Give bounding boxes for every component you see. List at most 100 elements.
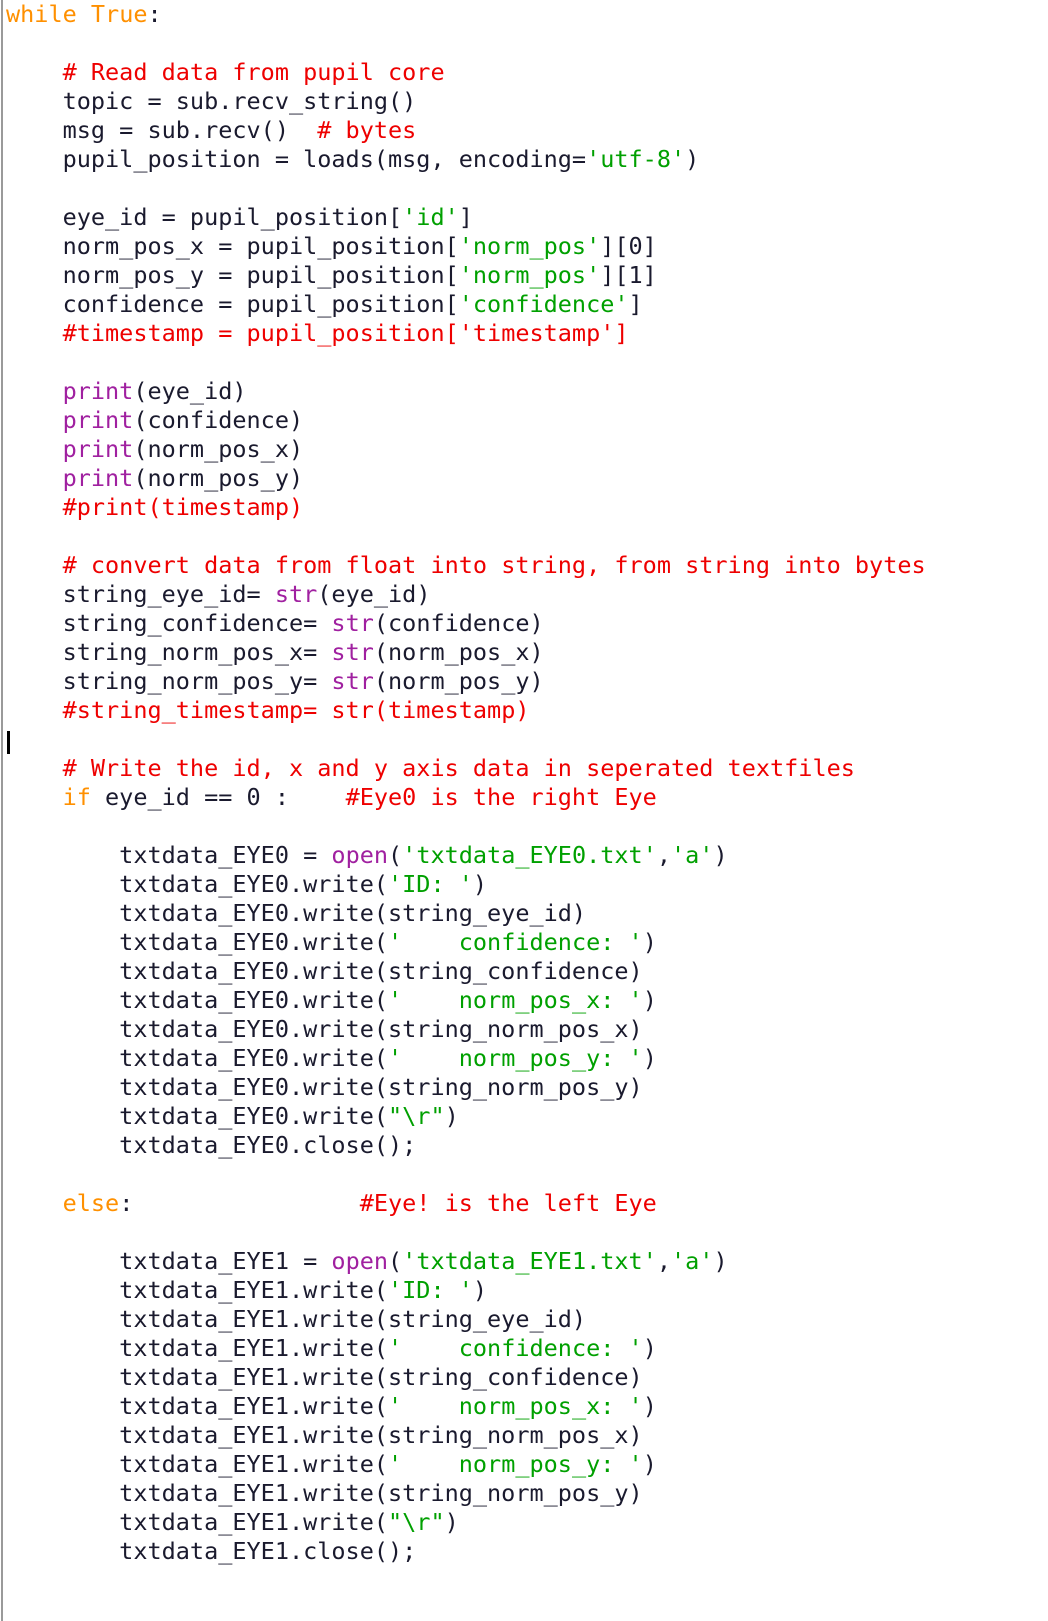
code-line[interactable]: txtdata_EYE1.write('ID: ') bbox=[0, 1276, 1048, 1305]
code-line[interactable]: #timestamp = pupil_position['timestamp'] bbox=[0, 319, 1048, 348]
code-token-builtin: print bbox=[62, 435, 134, 463]
code-token-kw: while bbox=[6, 0, 77, 28]
code-token-str: "\r" bbox=[388, 1508, 445, 1536]
code-token-plain: , bbox=[656, 1247, 671, 1275]
code-line[interactable]: txtdata_EYE1.write(string_norm_pos_x) bbox=[0, 1421, 1048, 1450]
code-line[interactable]: txtdata_EYE1.close(); bbox=[0, 1537, 1048, 1566]
code-line[interactable]: norm_pos_x = pupil_position['norm_pos'][… bbox=[0, 232, 1048, 261]
code-token-plain: eye_id = pupil_position[ bbox=[6, 203, 403, 231]
code-token-plain: txtdata_EYE0.write(string_confidence) bbox=[6, 957, 643, 985]
code-line[interactable]: txtdata_EYE0.close(); bbox=[0, 1131, 1048, 1160]
code-token-kw: else bbox=[62, 1189, 120, 1217]
code-line[interactable]: txtdata_EYE0 = open('txtdata_EYE0.txt','… bbox=[0, 841, 1048, 870]
code-token-plain: , bbox=[656, 841, 671, 869]
code-line[interactable]: while True: bbox=[0, 0, 1048, 29]
code-line[interactable]: txtdata_EYE1.write(string_eye_id) bbox=[0, 1305, 1048, 1334]
code-line[interactable]: txtdata_EYE0.write(string_norm_pos_y) bbox=[0, 1073, 1048, 1102]
code-line[interactable]: txtdata_EYE1.write(string_confidence) bbox=[0, 1363, 1048, 1392]
code-token-plain: (norm_pos_y) bbox=[373, 667, 544, 695]
code-token-plain: txtdata_EYE1 = bbox=[6, 1247, 332, 1275]
code-line[interactable]: txtdata_EYE1.write(string_norm_pos_y) bbox=[0, 1479, 1048, 1508]
code-line[interactable]: # convert data from float into string, f… bbox=[0, 551, 1048, 580]
code-line[interactable]: norm_pos_y = pupil_position['norm_pos'][… bbox=[0, 261, 1048, 290]
code-token-str: ' confidence: ' bbox=[388, 1334, 643, 1362]
code-line[interactable]: #print(timestamp) bbox=[0, 493, 1048, 522]
code-token-str: ' norm_pos_x: ' bbox=[388, 986, 643, 1014]
code-token-str: 'confidence' bbox=[458, 290, 629, 318]
code-line[interactable]: txtdata_EYE1.write(' norm_pos_y: ') bbox=[0, 1450, 1048, 1479]
code-line[interactable]: txtdata_EYE0.write(' norm_pos_x: ') bbox=[0, 986, 1048, 1015]
code-token-com: # Write the id, x and y axis data in sep… bbox=[62, 754, 855, 782]
code-token-str: "\r" bbox=[388, 1102, 445, 1130]
code-line[interactable] bbox=[0, 1218, 1048, 1247]
code-token-builtin: print bbox=[62, 464, 134, 492]
code-token-plain: txtdata_EYE0.write(string_norm_pos_x) bbox=[6, 1015, 643, 1043]
code-line[interactable]: print(confidence) bbox=[0, 406, 1048, 435]
code-line[interactable]: txtdata_EYE0.write('ID: ') bbox=[0, 870, 1048, 899]
code-editor-text-area[interactable]: while True: # Read data from pupil core … bbox=[0, 0, 1048, 1566]
code-token-com: #Eye! is the left Eye bbox=[359, 1189, 657, 1217]
code-token-plain: ) bbox=[642, 1044, 657, 1072]
code-line[interactable]: string_norm_pos_x= str(norm_pos_x) bbox=[0, 638, 1048, 667]
code-token-plain: ) bbox=[642, 928, 657, 956]
code-line[interactable] bbox=[0, 29, 1048, 58]
code-line[interactable]: string_confidence= str(confidence) bbox=[0, 609, 1048, 638]
code-line[interactable]: topic = sub.recv_string() bbox=[0, 87, 1048, 116]
code-token-plain: confidence = pupil_position[ bbox=[6, 290, 459, 318]
code-token-plain: ( bbox=[388, 1247, 403, 1275]
code-line[interactable]: txtdata_EYE0.write(' norm_pos_y: ') bbox=[0, 1044, 1048, 1073]
code-line[interactable]: txtdata_EYE1.write(' confidence: ') bbox=[0, 1334, 1048, 1363]
code-line[interactable] bbox=[0, 174, 1048, 203]
code-line[interactable]: string_norm_pos_y= str(norm_pos_y) bbox=[0, 667, 1048, 696]
code-line[interactable]: txtdata_EYE0.write(string_norm_pos_x) bbox=[0, 1015, 1048, 1044]
code-token-builtin: open bbox=[331, 1247, 389, 1275]
code-token-kw: if bbox=[62, 783, 91, 811]
code-line[interactable]: txtdata_EYE1.write("\r") bbox=[0, 1508, 1048, 1537]
code-token-plain: : bbox=[147, 0, 162, 28]
code-line[interactable]: # Read data from pupil core bbox=[0, 58, 1048, 87]
code-line[interactable] bbox=[0, 522, 1048, 551]
code-token-str: ' norm_pos_y: ' bbox=[388, 1044, 643, 1072]
code-line[interactable] bbox=[0, 1160, 1048, 1189]
code-line[interactable] bbox=[0, 348, 1048, 377]
code-line[interactable]: txtdata_EYE0.write(string_confidence) bbox=[0, 957, 1048, 986]
code-token-com: #string_timestamp= str(timestamp) bbox=[62, 696, 530, 724]
code-token-plain: txtdata_EYE0.write( bbox=[6, 1102, 389, 1130]
code-line[interactable]: eye_id = pupil_position['id'] bbox=[0, 203, 1048, 232]
code-token-plain: txtdata_EYE1.write( bbox=[6, 1392, 389, 1420]
code-token-plain: txtdata_EYE1.write(string_eye_id) bbox=[6, 1305, 587, 1333]
code-line[interactable]: pupil_position = loads(msg, encoding='ut… bbox=[0, 145, 1048, 174]
code-token-plain: txtdata_EYE0.write(string_norm_pos_y) bbox=[6, 1073, 643, 1101]
code-line[interactable]: if eye_id == 0 : #Eye0 is the right Eye bbox=[0, 783, 1048, 812]
code-line[interactable]: confidence = pupil_position['confidence'… bbox=[0, 290, 1048, 319]
code-line[interactable]: print(eye_id) bbox=[0, 377, 1048, 406]
code-token-com: # bytes bbox=[317, 116, 417, 144]
code-token-str: 'norm_pos' bbox=[458, 261, 601, 289]
code-line[interactable]: msg = sub.recv() # bytes bbox=[0, 116, 1048, 145]
code-line[interactable]: print(norm_pos_x) bbox=[0, 435, 1048, 464]
code-token-plain: txtdata_EYE1.write( bbox=[6, 1334, 389, 1362]
code-token-plain: ][1] bbox=[600, 261, 657, 289]
code-token-plain: (norm_pos_y) bbox=[133, 464, 304, 492]
code-line[interactable] bbox=[0, 812, 1048, 841]
code-line[interactable]: #string_timestamp= str(timestamp) bbox=[0, 696, 1048, 725]
code-line[interactable] bbox=[0, 725, 1048, 754]
code-line[interactable]: print(norm_pos_y) bbox=[0, 464, 1048, 493]
code-token-kw: True bbox=[90, 0, 148, 28]
code-line[interactable]: txtdata_EYE0.write(' confidence: ') bbox=[0, 928, 1048, 957]
code-line[interactable]: txtdata_EYE0.write(string_eye_id) bbox=[0, 899, 1048, 928]
code-token-plain: string_norm_pos_y= bbox=[6, 667, 332, 695]
code-token-plain: ] bbox=[628, 290, 643, 318]
code-line[interactable]: txtdata_EYE1.write(' norm_pos_x: ') bbox=[0, 1392, 1048, 1421]
code-line[interactable]: txtdata_EYE0.write("\r") bbox=[0, 1102, 1048, 1131]
code-token-plain: ) bbox=[713, 1247, 728, 1275]
code-line[interactable]: string_eye_id= str(eye_id) bbox=[0, 580, 1048, 609]
code-line[interactable]: else: #Eye! is the left Eye bbox=[0, 1189, 1048, 1218]
code-line[interactable]: txtdata_EYE1 = open('txtdata_EYE1.txt','… bbox=[0, 1247, 1048, 1276]
code-line[interactable]: # Write the id, x and y axis data in sep… bbox=[0, 754, 1048, 783]
code-token-str: 'a' bbox=[671, 841, 714, 869]
